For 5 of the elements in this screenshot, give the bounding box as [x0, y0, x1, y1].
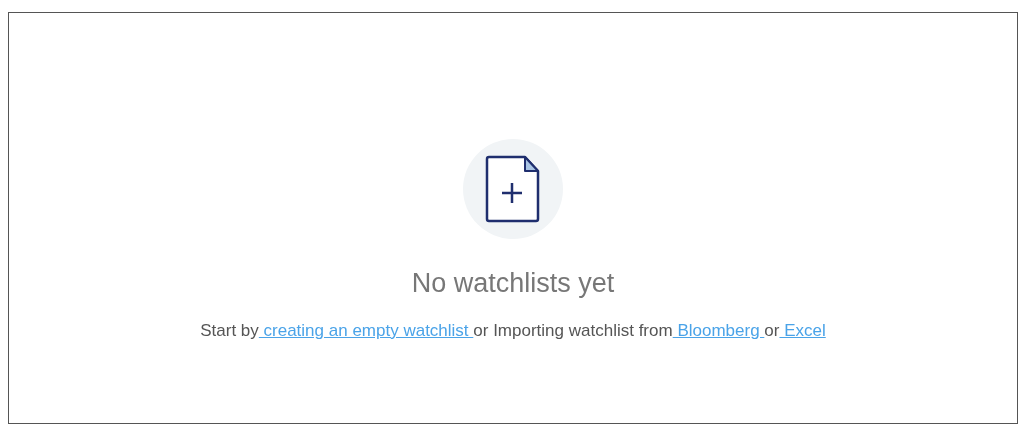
link[interactable]: Excel: [779, 320, 826, 340]
empty-state-message: Start by creating an empty watchlist or Importing watchlist from Bloomberg or Excel: [200, 319, 826, 342]
link[interactable]: creating an empty watchlist: [258, 320, 474, 340]
link[interactable]: Bloomberg: [672, 320, 765, 340]
empty-state-title: No watchlists yet: [411, 267, 615, 300]
